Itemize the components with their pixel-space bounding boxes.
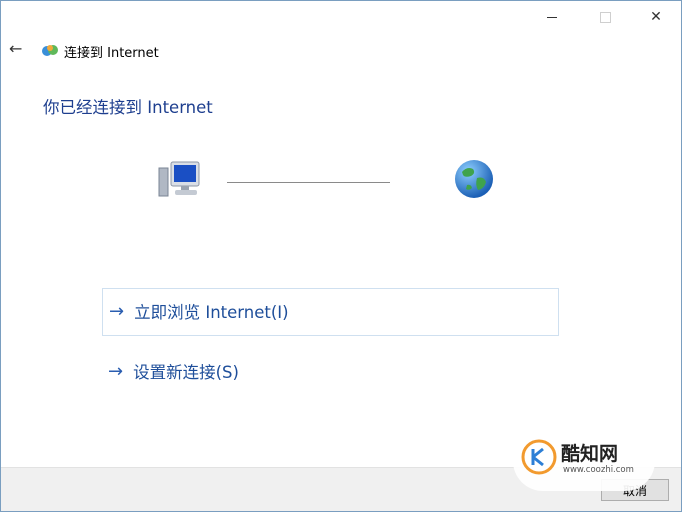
arrow-right-icon: → <box>109 300 125 322</box>
computer-icon <box>158 161 200 197</box>
window-title: 连接到 Internet <box>64 46 159 61</box>
watermark-url: www.coozhi.com <box>563 465 634 475</box>
close-button[interactable]: ✕ <box>633 1 679 33</box>
title-bar: ✕ <box>1 1 681 33</box>
globe-icon <box>455 160 493 198</box>
new-connection-label: 设置新连接(S) <box>133 363 239 382</box>
watermark: 酷知网 www.coozhi.com <box>513 429 655 491</box>
browse-internet-option[interactable]: → 立即浏览 Internet(I) <box>102 288 559 336</box>
watermark-name: 酷知网 <box>561 443 619 465</box>
watermark-logo-icon <box>521 439 557 475</box>
page-heading: 你已经连接到 Internet <box>43 98 213 117</box>
maximize-icon <box>599 11 611 23</box>
connection-line <box>227 182 390 183</box>
network-globe-icon <box>42 45 58 56</box>
minimize-button[interactable] <box>529 1 575 33</box>
browse-internet-label: 立即浏览 Internet(I) <box>134 303 289 322</box>
maximize-button[interactable] <box>582 1 628 33</box>
dialog-window: ✕ ← 连接到 Internet 你已经连接到 Internet → 立即浏览 … <box>0 0 682 512</box>
close-icon: ✕ <box>650 9 662 25</box>
minimize-icon <box>547 16 557 18</box>
new-connection-option[interactable]: → 设置新连接(S) <box>108 359 239 383</box>
back-arrow-icon[interactable]: ← <box>9 40 27 58</box>
arrow-right-icon: → <box>108 360 124 382</box>
